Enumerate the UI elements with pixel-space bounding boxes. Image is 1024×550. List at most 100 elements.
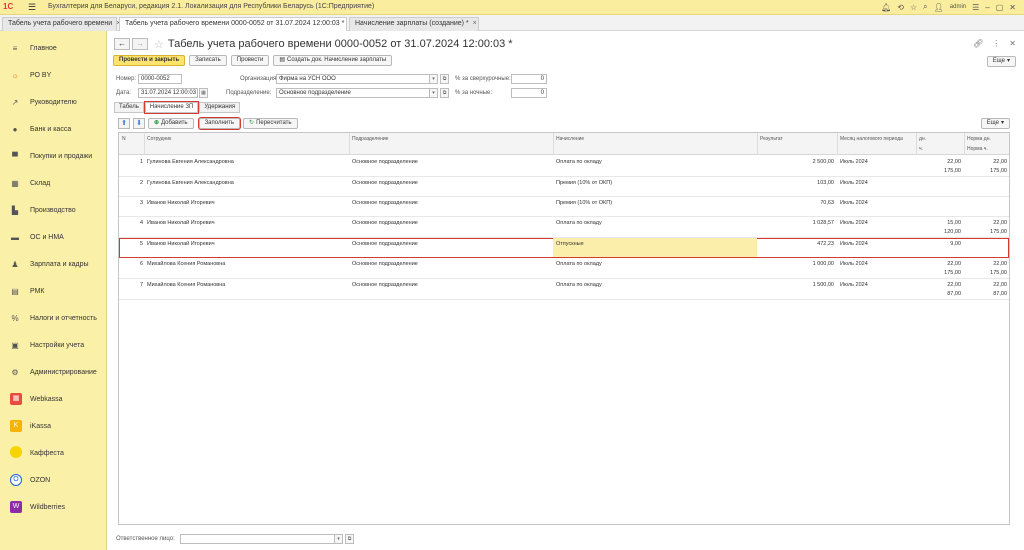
sidebar-item-admin[interactable]: ⚙ Администрирование	[0, 363, 107, 381]
tax-month-cell[interactable]: Июль 2024	[840, 240, 868, 249]
days-cell[interactable]: 22,00	[919, 260, 961, 269]
row-number[interactable]: 3	[119, 199, 143, 208]
accrual-cell[interactable]: Отпускные	[556, 240, 584, 249]
norm-hours-cell[interactable]: 175,00	[967, 269, 1007, 278]
open-link-icon[interactable]: ⧉	[440, 73, 449, 84]
hamburger-menu-icon[interactable]: ☰	[28, 3, 36, 12]
norm-hours-cell[interactable]: 175,00	[967, 228, 1007, 237]
sidebar-item-sales[interactable]: ▀ Покупки и продажи	[0, 147, 107, 165]
hours-cell[interactable]: 175,00	[919, 167, 961, 176]
result-cell[interactable]: 2 500,00	[760, 158, 834, 167]
department-cell[interactable]: Основное подразделение	[352, 179, 418, 188]
row-number[interactable]: 5	[119, 240, 143, 249]
recalculate-button[interactable]: ↻ Пересчитать	[243, 118, 298, 129]
more-button[interactable]: Еще ▾	[986, 56, 1016, 67]
sidebar-item-taxes[interactable]: % Налоги и отчетность	[0, 309, 107, 327]
responsible-field[interactable]	[180, 533, 336, 544]
col-tax-month[interactable]: Месяц налогового периода	[840, 136, 903, 142]
sidebar-item-webkassa[interactable]: ▦ Webkassa	[0, 390, 107, 408]
hours-cell[interactable]: 87,00	[919, 290, 961, 299]
move-down-icon[interactable]: ⬇	[133, 118, 145, 129]
post-button[interactable]: Провести	[230, 55, 270, 66]
accrual-cell[interactable]: Оплата по окладу	[556, 219, 602, 228]
employee-cell[interactable]: Иванов Николай Игоревич	[147, 199, 215, 208]
overtime-percent-field[interactable]: 0	[511, 73, 547, 84]
open-link-icon[interactable]: ⧉	[345, 533, 354, 544]
chevron-down-icon[interactable]: ▾	[429, 87, 438, 98]
employee-cell[interactable]: Гулинова Евгения Александровна	[147, 179, 234, 188]
link-icon[interactable]: 🔗︎	[973, 39, 983, 48]
hours-cell[interactable]: 120,00	[919, 228, 961, 237]
sidebar-item-main[interactable]: ≡ Главное	[0, 39, 107, 57]
row-number[interactable]: 6	[119, 260, 143, 269]
department-cell[interactable]: Основное подразделение	[352, 260, 418, 269]
col-norm-days[interactable]: Норма дн.	[967, 136, 991, 142]
tax-month-cell[interactable]: Июль 2024	[840, 281, 868, 290]
days-cell[interactable]: 22,00	[919, 158, 961, 167]
days-cell[interactable]: 22,00	[919, 281, 961, 290]
calendar-icon[interactable]: ▦	[199, 87, 208, 98]
row-number[interactable]: 1	[119, 158, 143, 167]
more-vertical-icon[interactable]: ⋮	[992, 39, 1000, 48]
table-row[interactable]: 5 Иванов Николай Игоревич Основное подразд…	[119, 238, 1009, 258]
date-field[interactable]: 31.07.2024 12:00:03	[138, 87, 198, 98]
create-based-button[interactable]: ▤ Создать док. Начисление зарплаты	[273, 55, 393, 66]
employee-cell[interactable]: Михайлова Ксения Романовна	[147, 260, 225, 269]
favorite-star-icon[interactable]: ☆	[154, 38, 164, 51]
bell-icon[interactable]: 🔔︎	[881, 3, 891, 12]
col-days[interactable]: дн.	[919, 136, 926, 142]
chevron-down-icon[interactable]: ▾	[334, 533, 343, 544]
open-link-icon[interactable]: ⧉	[440, 87, 449, 98]
result-cell[interactable]: 1 000,00	[760, 260, 834, 269]
department-cell[interactable]: Основное подразделение	[352, 219, 418, 228]
sidebar-item-kaffesta[interactable]: Каффеста	[0, 444, 107, 462]
settings-menu-icon[interactable]: ☰	[972, 3, 979, 12]
number-field[interactable]: 0000-0052	[138, 73, 182, 84]
add-button[interactable]: ⊕ Добавить	[148, 118, 194, 129]
username[interactable]: admin	[950, 4, 966, 10]
hours-cell[interactable]: 175,00	[919, 269, 961, 278]
table-row[interactable]: 4 Иванов Николай Игоревич Основное подразд…	[119, 217, 1009, 238]
col-result[interactable]: Результат	[760, 136, 783, 142]
department-field[interactable]: Основное подразделение	[276, 87, 436, 98]
doc-tab-payroll[interactable]: Начисление зарплаты (создание) * ×	[349, 17, 479, 31]
save-button[interactable]: Записать	[189, 55, 227, 66]
col-accrual[interactable]: Начисление	[556, 136, 584, 142]
employee-cell[interactable]: Михайлова Ксения Романовна	[147, 281, 225, 290]
user-icon[interactable]: 👤︎	[934, 3, 944, 12]
tax-month-cell[interactable]: Июль 2024	[840, 260, 868, 269]
norm-days-cell[interactable]: 22,00	[967, 260, 1007, 269]
sidebar-item-wildberries[interactable]: W Wildberries	[0, 498, 107, 516]
sidebar-item-settings[interactable]: ▣ Настройки учета	[0, 336, 107, 354]
col-n[interactable]: N	[122, 136, 126, 142]
sidebar-item-manager[interactable]: ↗ Руководителю	[0, 93, 107, 111]
accrual-cell[interactable]: Премия (10% от ОКП)	[556, 199, 612, 208]
result-cell[interactable]: 472,23	[760, 240, 834, 249]
forward-arrow-icon[interactable]: →	[132, 38, 148, 50]
tab-timesheet[interactable]: Табель	[114, 102, 144, 113]
employee-cell[interactable]: Гулинова Евгения Александровна	[147, 158, 234, 167]
department-cell[interactable]: Основное подразделение	[352, 240, 418, 249]
accrual-cell[interactable]: Премия (10% от ОКП)	[556, 179, 612, 188]
norm-days-cell[interactable]: 22,00	[967, 158, 1007, 167]
row-number[interactable]: 4	[119, 219, 143, 228]
row-number[interactable]: 7	[119, 281, 143, 290]
move-up-icon[interactable]: ⬆	[118, 118, 130, 129]
accruals-table[interactable]: N Сотрудник Подразделение Начисление Рез…	[118, 132, 1010, 525]
sidebar-item-ro-by[interactable]: ☼ РО BY	[0, 66, 107, 84]
norm-hours-cell[interactable]: 87,00	[967, 290, 1007, 299]
fill-button[interactable]: Заполнить	[197, 117, 242, 130]
table-row[interactable]: 7 Михайлова Ксения Романовна Основное подр…	[119, 279, 1009, 300]
sidebar-item-bank[interactable]: ● Банк и касса	[0, 120, 107, 138]
star-icon[interactable]: ☆	[910, 3, 917, 12]
tab-payroll-accrual[interactable]: Начисление ЗП	[143, 101, 200, 114]
result-cell[interactable]: 70,63	[760, 199, 834, 208]
department-cell[interactable]: Основное подразделение	[352, 158, 418, 167]
doc-tab-timesheet-list[interactable]: Табель учета рабочего времени×	[2, 17, 120, 31]
days-cell[interactable]: 15,00	[919, 219, 961, 228]
post-and-close-button[interactable]: Провести и закрыть	[113, 55, 186, 66]
norm-days-cell[interactable]: 22,00	[967, 219, 1007, 228]
close-icon[interactable]: ✕	[1009, 3, 1016, 12]
maximize-icon[interactable]: ▢	[996, 3, 1004, 12]
days-cell[interactable]: 9,00	[919, 240, 961, 249]
